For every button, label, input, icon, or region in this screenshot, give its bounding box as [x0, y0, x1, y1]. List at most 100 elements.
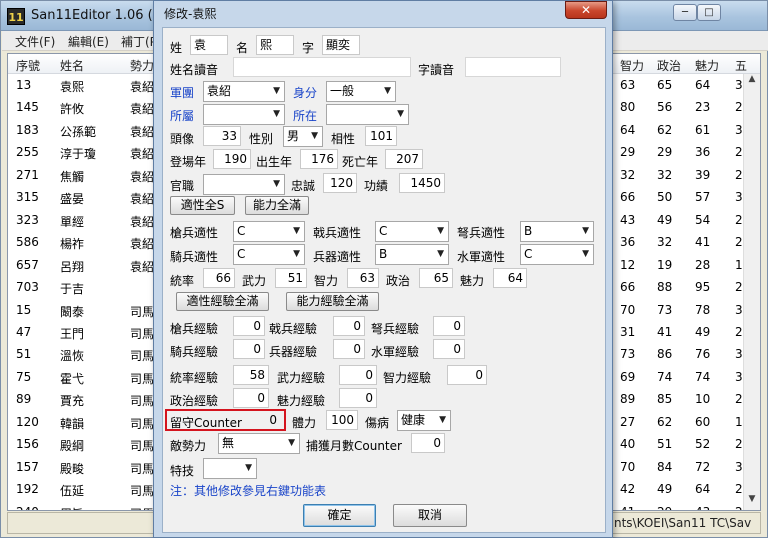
style-reading-field[interactable] — [465, 57, 561, 77]
affinity-field[interactable]: 101 — [365, 126, 397, 146]
ability-exp-max-button[interactable]: 能力經驗全滿 — [286, 292, 379, 311]
army-select[interactable]: 袁紹 ▼ — [203, 81, 285, 102]
location-select[interactable]: ▼ — [326, 104, 409, 125]
chevron-down-icon: ▼ — [293, 249, 300, 259]
army-value: 袁紹 — [207, 84, 232, 98]
aptitude-exp-max-button[interactable]: 適性經驗全滿 — [176, 292, 269, 311]
politics-exp-field[interactable]: 0 — [233, 388, 269, 408]
aptitude-all-s-button[interactable]: 適性全S — [170, 196, 235, 215]
col-header-cha[interactable]: 魅力 — [695, 57, 719, 74]
table-cell-id: 315 — [16, 190, 39, 205]
identity-select[interactable]: 一般 ▼ — [326, 81, 396, 102]
maximize-button[interactable]: □ — [697, 4, 721, 21]
col-header-force[interactable]: 勢力 — [130, 57, 154, 74]
table-cell-force: 袁紹 — [130, 102, 155, 117]
rank-select[interactable]: ▼ — [203, 174, 285, 195]
table-cell-pol: 62 — [657, 414, 673, 429]
ok-button[interactable]: 確定 — [303, 504, 376, 527]
col-header-pol[interactable]: 政治 — [657, 57, 681, 74]
hostile-force-select[interactable]: 無 ▼ — [218, 433, 300, 454]
close-icon[interactable]: ✕ — [565, 1, 607, 19]
politics-field[interactable]: 65 — [419, 268, 453, 288]
siege-apt-select[interactable]: B ▼ — [375, 244, 449, 265]
ability-max-button[interactable]: 能力全滿 — [245, 196, 309, 215]
hp-field[interactable]: 100 — [326, 410, 358, 430]
scroll-up-icon[interactable]: ▲ — [744, 74, 760, 90]
table-cell-id: 271 — [16, 167, 39, 182]
table-cell-int: 12 — [620, 257, 636, 272]
table-cell-name: 焦觸 — [60, 169, 85, 184]
spear-apt-value: C — [237, 224, 246, 238]
captive-counter-field[interactable]: 0 — [411, 433, 445, 453]
int-exp-field[interactable]: 0 — [447, 365, 487, 385]
siege-exp-field[interactable]: 0 — [333, 339, 365, 359]
halberd-apt-select[interactable]: C ▼ — [375, 221, 449, 242]
charisma-exp-field[interactable]: 0 — [339, 388, 377, 408]
navy-exp-field[interactable]: 0 — [433, 339, 465, 359]
gender-select[interactable]: 男 ▼ — [283, 126, 323, 147]
scroll-down-icon[interactable]: ▼ — [744, 494, 760, 510]
belong-select[interactable]: ▼ — [203, 104, 285, 125]
table-cell-name: 淳于瓊 — [60, 147, 97, 162]
cancel-button[interactable]: 取消 — [393, 504, 467, 527]
skill-select[interactable]: ▼ — [203, 458, 257, 479]
menu-edit[interactable]: 編輯(E) — [68, 33, 109, 50]
intelligence-field[interactable]: 63 — [347, 268, 379, 288]
army-label[interactable]: 軍團 — [170, 84, 194, 101]
appear-year-field[interactable]: 190 — [213, 149, 251, 169]
surname-field[interactable]: 袁 — [190, 35, 228, 55]
spear-exp-field[interactable]: 0 — [233, 316, 265, 336]
table-cell-name: 楊祚 — [60, 237, 85, 252]
stay-counter-field[interactable]: 0 — [247, 410, 281, 430]
cavalry-exp-field[interactable]: 0 — [233, 339, 265, 359]
col-header-id[interactable]: 序號 — [16, 57, 40, 74]
death-year-field[interactable]: 207 — [385, 149, 423, 169]
war-exp-field[interactable]: 0 — [339, 365, 377, 385]
birth-year-field[interactable]: 176 — [300, 149, 338, 169]
table-cell-id: 183 — [16, 122, 39, 137]
col-header-name[interactable]: 姓名 — [60, 57, 84, 74]
bow-apt-select[interactable]: B ▼ — [520, 221, 594, 242]
table-cell-id: 120 — [16, 414, 39, 429]
cavalry-apt-select[interactable]: C ▼ — [233, 244, 305, 265]
table-cell-id: 47 — [16, 324, 32, 339]
belong-label[interactable]: 所屬 — [170, 107, 194, 124]
given-name-field[interactable]: 熙 — [256, 35, 294, 55]
table-cell-x: 2 — [735, 437, 743, 452]
war-field[interactable]: 51 — [275, 268, 307, 288]
spear-exp-label: 槍兵經驗 — [170, 322, 219, 336]
list-scrollbar[interactable]: ▲ ▼ — [743, 74, 760, 510]
table-cell-cha: 78 — [695, 302, 711, 317]
table-cell-name: 于吉 — [60, 282, 85, 297]
spear-apt-select[interactable]: C ▼ — [233, 221, 305, 242]
table-cell-int: 63 — [620, 78, 636, 92]
navy-apt-select[interactable]: C ▼ — [520, 244, 594, 265]
charisma-field[interactable]: 64 — [493, 268, 527, 288]
identity-label[interactable]: 身分 — [293, 84, 317, 101]
location-label[interactable]: 所在 — [293, 107, 317, 124]
table-cell-int: 32 — [620, 167, 636, 182]
col-header-int[interactable]: 智力 — [620, 57, 644, 74]
leadership-field[interactable]: 66 — [203, 268, 235, 288]
col-header-extra[interactable]: 五 — [735, 57, 747, 74]
table-cell-x: 2 — [735, 167, 743, 182]
gender-label: 性別 — [249, 132, 274, 146]
loyalty-field[interactable]: 120 — [323, 173, 357, 193]
portrait-field[interactable]: 33 — [203, 126, 241, 146]
menu-file[interactable]: 文件(F) — [15, 33, 55, 50]
halberd-exp-field[interactable]: 0 — [333, 316, 365, 336]
menu-patch[interactable]: 補丁(P — [121, 33, 157, 50]
bow-exp-field[interactable]: 0 — [433, 316, 465, 336]
leadership-exp-field[interactable]: 58 — [233, 365, 269, 385]
table-cell-force: 袁紹 — [130, 237, 155, 252]
name-reading-field[interactable] — [233, 57, 411, 77]
merit-field[interactable]: 1450 — [399, 173, 445, 193]
table-cell-pol: 32 — [657, 235, 673, 250]
minimize-button[interactable]: ─ — [673, 4, 697, 21]
injury-select[interactable]: 健康 ▼ — [397, 410, 451, 431]
style-name-field[interactable]: 顯奕 — [322, 35, 360, 55]
int-exp-label: 智力經驗 — [383, 371, 432, 385]
charisma-label: 魅力 — [460, 274, 485, 288]
table-cell-cha: 72 — [695, 459, 711, 474]
table-cell-name: 伍延 — [60, 484, 85, 499]
